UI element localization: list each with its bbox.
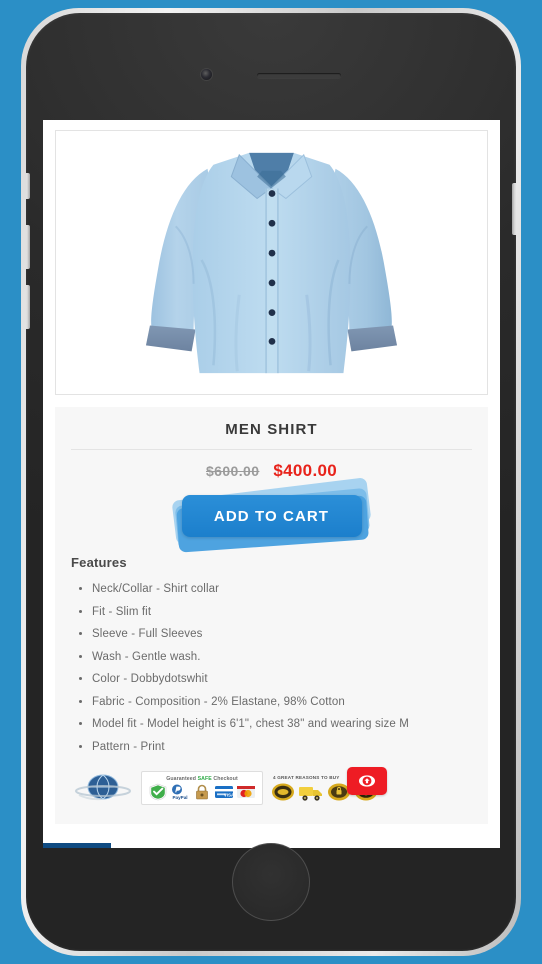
checkout-title-pre: Guaranteed	[166, 775, 198, 782]
phone-body: MEN SHIRT $600.00 $400.00 ADD TO CART Fe…	[26, 13, 516, 951]
sale-price: $400.00	[273, 461, 337, 480]
phone-screen: MEN SHIRT $600.00 $400.00 ADD TO CART Fe…	[43, 120, 500, 848]
volume-down-button[interactable]	[26, 285, 30, 329]
list-item: Pattern - Print	[92, 738, 472, 757]
list-item: Color - Dobbydotswhit	[92, 670, 472, 689]
visa-card-icon: VISA	[215, 785, 234, 798]
product-info-card: MEN SHIRT $600.00 $400.00 ADD TO CART Fe…	[55, 407, 488, 824]
add-to-cart-button[interactable]: ADD TO CART	[181, 495, 362, 537]
secure-shield-badge	[347, 767, 387, 795]
mcafee-check-icon	[149, 783, 167, 800]
list-item: Neck/Collar - Shirt collar	[92, 580, 472, 599]
checkout-title-post: Checkout	[211, 775, 238, 782]
globe-trust-badge-icon	[71, 771, 135, 805]
power-button[interactable]	[512, 183, 516, 235]
guaranteed-safe-checkout-badge: Guaranteed SAFE Checkout PayPal VISA	[141, 771, 263, 805]
features-list: Neck/Collar - Shirt collar Fit - Slim fi…	[71, 580, 472, 756]
checkout-title-safe: SAFE	[197, 775, 212, 782]
svg-text:PayPal: PayPal	[172, 795, 187, 800]
list-item: Fabric - Composition - 2% Elastane, 98% …	[92, 693, 472, 712]
checkout-badge-title: Guaranteed SAFE Checkout	[145, 776, 259, 782]
volume-up-button[interactable]	[26, 225, 30, 269]
list-item: Sleeve - Full Sleeves	[92, 625, 472, 644]
money-back-icon	[272, 783, 294, 800]
list-item: Wash - Gentle wash.	[92, 648, 472, 667]
product-title: MEN SHIRT	[71, 421, 472, 450]
product-image-frame[interactable]	[55, 130, 488, 395]
features-heading: Features	[71, 555, 127, 570]
phone-device-frame: MEN SHIRT $600.00 $400.00 ADD TO CART Fe…	[21, 8, 521, 956]
shield-check-icon	[359, 775, 375, 787]
list-item: Fit - Slim fit	[92, 603, 472, 622]
mastercard-icon	[237, 785, 255, 798]
speaker-grille	[257, 73, 341, 78]
svg-text:VISA: VISA	[224, 792, 234, 797]
scroll-position-indicator[interactable]	[43, 843, 111, 848]
paypal-icon: PayPal	[170, 782, 190, 801]
product-image-shirt	[56, 131, 487, 394]
four-great-reasons-badge: 4 GREAT REASONS TO BUY	[269, 767, 387, 805]
free-shipping-icon	[299, 786, 322, 801]
price-row: $600.00 $400.00	[71, 461, 472, 481]
product-page: MEN SHIRT $600.00 $400.00 ADD TO CART Fe…	[43, 120, 500, 848]
trust-badges-strip: Guaranteed SAFE Checkout PayPal VISA 4 G…	[71, 767, 472, 808]
add-to-cart-area: ADD TO CART	[71, 477, 472, 553]
secure-lock-icon	[192, 782, 212, 801]
silent-switch[interactable]	[26, 173, 30, 199]
home-button[interactable]	[232, 843, 310, 921]
original-price: $600.00	[206, 463, 260, 479]
camera-icon	[201, 69, 212, 80]
payment-icons: PayPal VISA	[145, 782, 259, 801]
list-item: Model fit - Model height is 6'1", chest …	[92, 715, 472, 734]
